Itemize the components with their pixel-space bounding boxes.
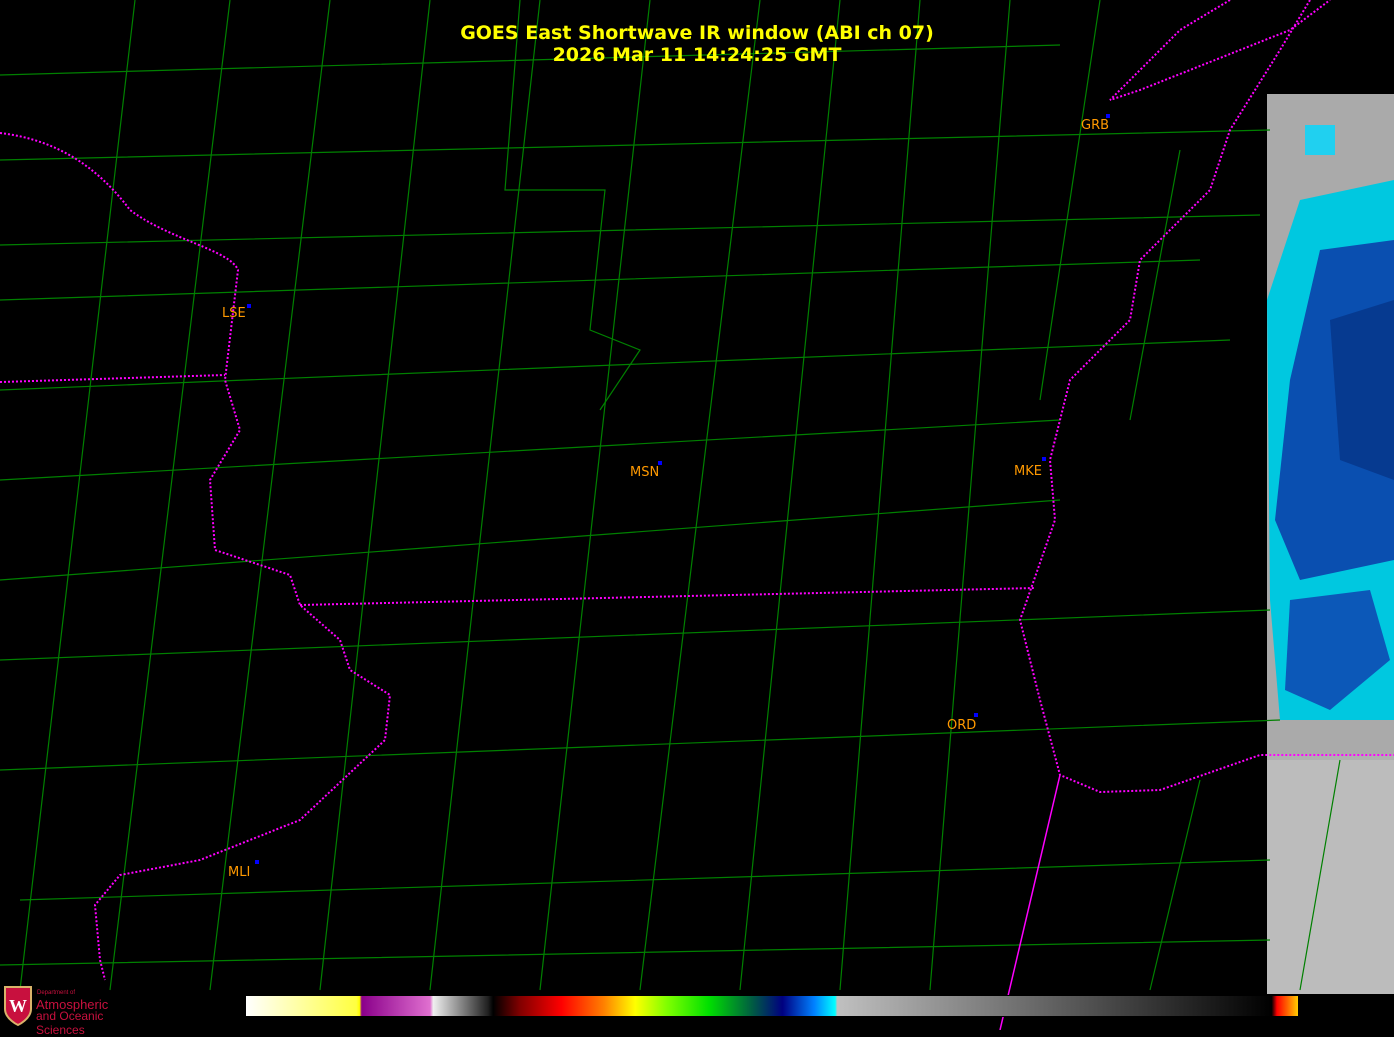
uw-crest-icon: W: [4, 986, 32, 1027]
station-label-mke: MKE: [1014, 464, 1042, 479]
station-marker: [255, 860, 259, 864]
image-timestamp: 2026 Mar 11 14:24:25 GMT: [552, 44, 842, 66]
station-label-grb: GRB: [1081, 118, 1110, 133]
station-label-mli: MLI: [228, 865, 251, 880]
image-title: GOES East Shortwave IR window (ABI ch 07…: [460, 22, 934, 44]
station-marker: [247, 304, 251, 308]
map-canvas: [0, 0, 1394, 1030]
color-scale-bar: [245, 995, 1299, 1017]
county-lines: [0, 0, 1341, 991]
uw-aos-logo: W Department of Atmospheric and Oceanic …: [2, 983, 152, 1037]
station-label-ord: ORD: [947, 718, 977, 733]
station-label-lse: LSE: [222, 306, 246, 321]
station-marker: [974, 713, 978, 717]
svg-text:W: W: [9, 996, 27, 1016]
station-marker: [1042, 457, 1046, 461]
station-label-msn: MSN: [630, 465, 660, 480]
cloud-imagery: [1267, 94, 1394, 994]
